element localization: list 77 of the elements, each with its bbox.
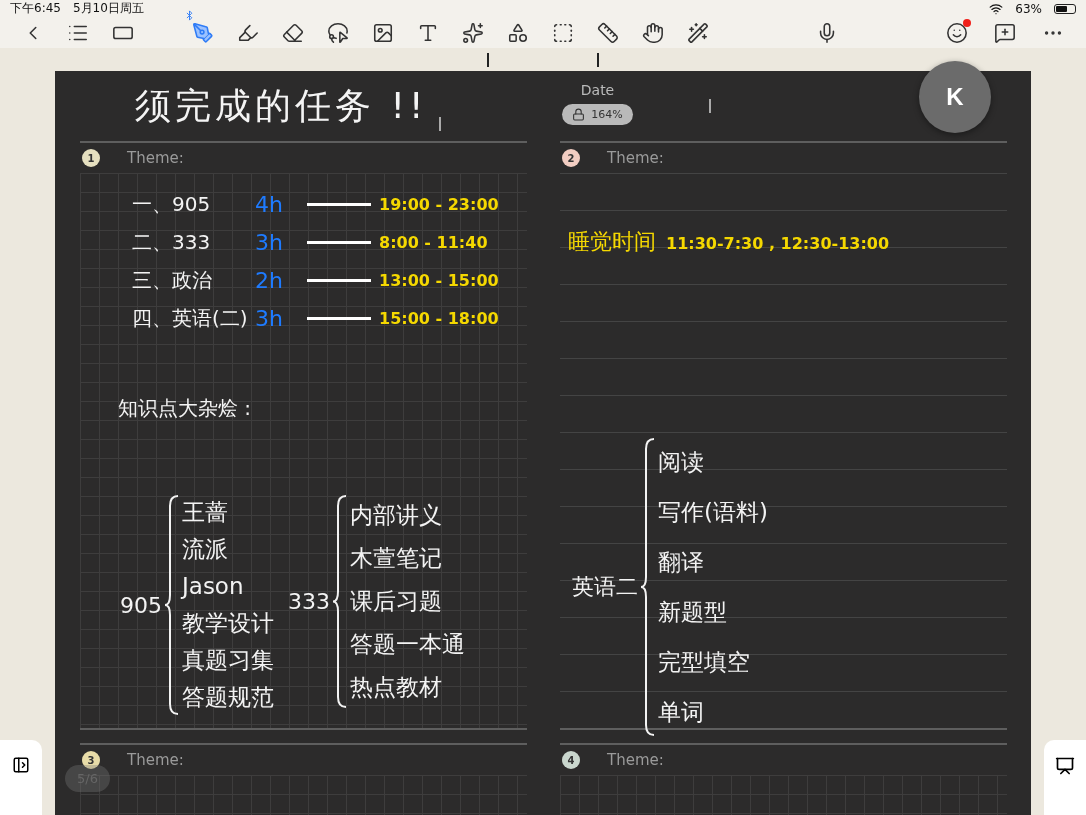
group-label: 333 bbox=[288, 589, 330, 614]
note-item: 答题一本通 bbox=[350, 630, 465, 659]
dash-line bbox=[307, 316, 371, 320]
smiley-icon[interactable] bbox=[946, 21, 968, 44]
wand-icon[interactable] bbox=[687, 21, 709, 44]
handwritten-title: 须完成的任务 !! bbox=[135, 83, 428, 128]
cursor-mark bbox=[709, 99, 711, 113]
task-hours: 3h bbox=[255, 305, 284, 331]
note-item: 流派 bbox=[182, 535, 229, 564]
task-label: 三、政治 bbox=[132, 266, 213, 294]
section-number: 3 bbox=[82, 751, 100, 769]
task-time: 8:00 - 11:40 bbox=[379, 232, 488, 252]
pen-icon[interactable] bbox=[192, 21, 214, 44]
task-label: 二、333 bbox=[132, 228, 212, 256]
cursor-mark bbox=[597, 52, 599, 67]
add-comment-icon[interactable] bbox=[994, 21, 1016, 44]
status-date: 5月10日周五 bbox=[72, 0, 144, 17]
wifi-icon bbox=[989, 1, 1004, 16]
note-item: 热点教材 bbox=[350, 673, 443, 702]
note-item: 内部讲义 bbox=[350, 501, 443, 530]
note-item: Jason bbox=[182, 572, 245, 601]
task-time: 19:00 - 23:00 bbox=[379, 194, 499, 214]
note-item: 阅读 bbox=[658, 448, 705, 477]
note-item: 答题规范 bbox=[182, 683, 274, 712]
date-label: Date bbox=[580, 81, 615, 98]
task-label: 一、905 bbox=[132, 190, 212, 218]
task-time: 15:00 - 18:00 bbox=[379, 308, 499, 328]
section-number: 1 bbox=[82, 149, 100, 167]
note-heading: 知识点大杂烩 : bbox=[118, 395, 253, 422]
hand-icon[interactable] bbox=[642, 21, 664, 44]
status-time: 下午6:45 bbox=[10, 0, 61, 17]
note-times: 11:30-7:30 , 12:30-13:00 bbox=[666, 234, 890, 253]
task-time: 13:00 - 15:00 bbox=[379, 270, 499, 290]
image-icon[interactable] bbox=[372, 21, 394, 44]
note-item: 教学设计 bbox=[182, 609, 274, 638]
theme-label: Theme: bbox=[607, 751, 664, 769]
theme-label: Theme: bbox=[607, 149, 664, 167]
note-label: 睡觉时间 bbox=[568, 228, 656, 256]
task-hours: 3h bbox=[255, 229, 284, 255]
note-item: 翻译 bbox=[658, 548, 705, 577]
note-item: 新题型 bbox=[658, 598, 728, 627]
dash-line bbox=[307, 240, 371, 244]
battery-icon bbox=[1054, 3, 1076, 14]
note-item: 木萱笔记 bbox=[350, 544, 443, 573]
task-hours: 4h bbox=[255, 191, 284, 217]
group-label: 905 bbox=[120, 592, 162, 618]
theme-label: Theme: bbox=[127, 751, 184, 769]
battery-percent: 63% bbox=[1015, 1, 1042, 16]
dash-line bbox=[307, 278, 371, 282]
group-label: 英语二 bbox=[572, 573, 638, 601]
sparkles-icon[interactable] bbox=[462, 21, 484, 44]
task-hours: 2h bbox=[255, 267, 284, 293]
note-item: 单词 bbox=[658, 698, 705, 727]
cursor-mark bbox=[487, 52, 489, 67]
section-number: 2 bbox=[562, 149, 580, 167]
shapes-icon[interactable] bbox=[507, 21, 529, 44]
panel-icon bbox=[12, 756, 30, 774]
note-item: 课后习题 bbox=[350, 587, 443, 616]
floating-k-button[interactable]: K bbox=[919, 61, 991, 133]
lasso-icon[interactable] bbox=[327, 21, 349, 44]
presentation-icon bbox=[1055, 756, 1075, 776]
sidebar-toggle[interactable] bbox=[0, 740, 42, 815]
ruler-icon[interactable] bbox=[597, 21, 619, 44]
presentation-button[interactable] bbox=[1044, 740, 1086, 815]
zoom-pill[interactable]: 164% bbox=[562, 103, 633, 125]
theme-label: Theme: bbox=[127, 149, 184, 167]
section-number: 4 bbox=[562, 751, 580, 769]
note-item: 王蔷 bbox=[182, 498, 229, 527]
cursor-mark bbox=[439, 116, 442, 131]
note-item: 写作(语料) bbox=[658, 498, 768, 527]
note-item: 真题习集 bbox=[182, 646, 274, 675]
dash-line bbox=[307, 202, 371, 206]
note-item: 完型填空 bbox=[658, 648, 751, 677]
dashed-square-icon[interactable] bbox=[552, 21, 574, 44]
eraser-icon[interactable] bbox=[282, 21, 304, 44]
task-label: 四、英语(二) bbox=[132, 304, 249, 332]
lock-icon bbox=[572, 107, 586, 121]
